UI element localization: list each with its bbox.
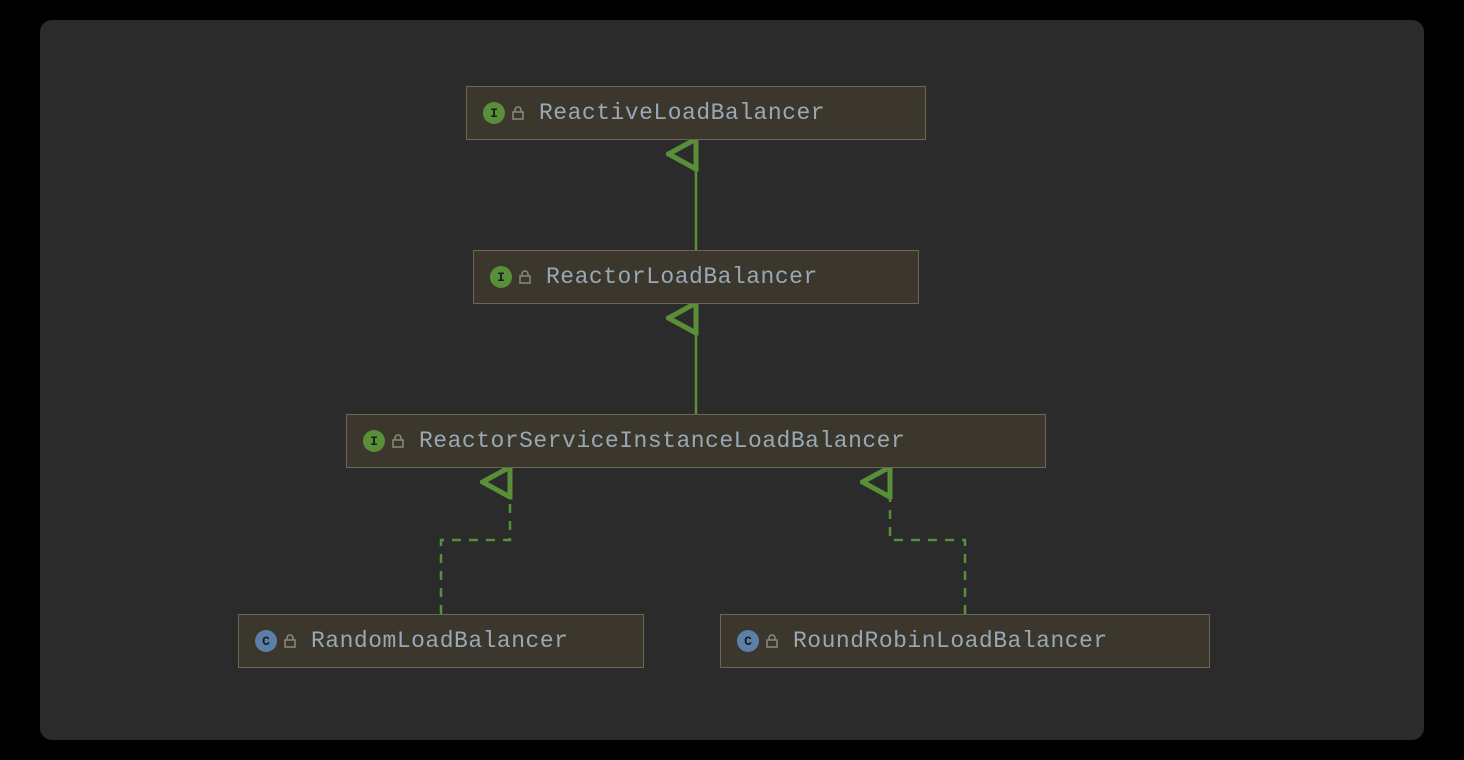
node-reactor-service-instance-load-balancer[interactable]: I ReactorServiceInstanceLoadBalancer: [346, 414, 1046, 468]
lock-icon: [518, 270, 532, 284]
lock-icon: [391, 434, 405, 448]
lock-icon: [283, 634, 297, 648]
node-label: RoundRobinLoadBalancer: [793, 628, 1108, 654]
node-random-load-balancer[interactable]: C RandomLoadBalancer: [238, 614, 644, 668]
node-label: ReactiveLoadBalancer: [539, 100, 825, 126]
node-label: ReactorServiceInstanceLoadBalancer: [419, 428, 905, 454]
interface-icon: I: [363, 430, 385, 452]
lock-icon: [765, 634, 779, 648]
lock-icon: [511, 106, 525, 120]
node-reactive-load-balancer[interactable]: I ReactiveLoadBalancer: [466, 86, 926, 140]
node-reactor-load-balancer[interactable]: I ReactorLoadBalancer: [473, 250, 919, 304]
class-icon: C: [255, 630, 277, 652]
node-round-robin-load-balancer[interactable]: C RoundRobinLoadBalancer: [720, 614, 1210, 668]
interface-icon: I: [490, 266, 512, 288]
class-icon: C: [737, 630, 759, 652]
node-label: ReactorLoadBalancer: [546, 264, 818, 290]
diagram-panel: I ReactiveLoadBalancer I ReactorLoadBala…: [40, 20, 1424, 740]
interface-icon: I: [483, 102, 505, 124]
node-label: RandomLoadBalancer: [311, 628, 568, 654]
